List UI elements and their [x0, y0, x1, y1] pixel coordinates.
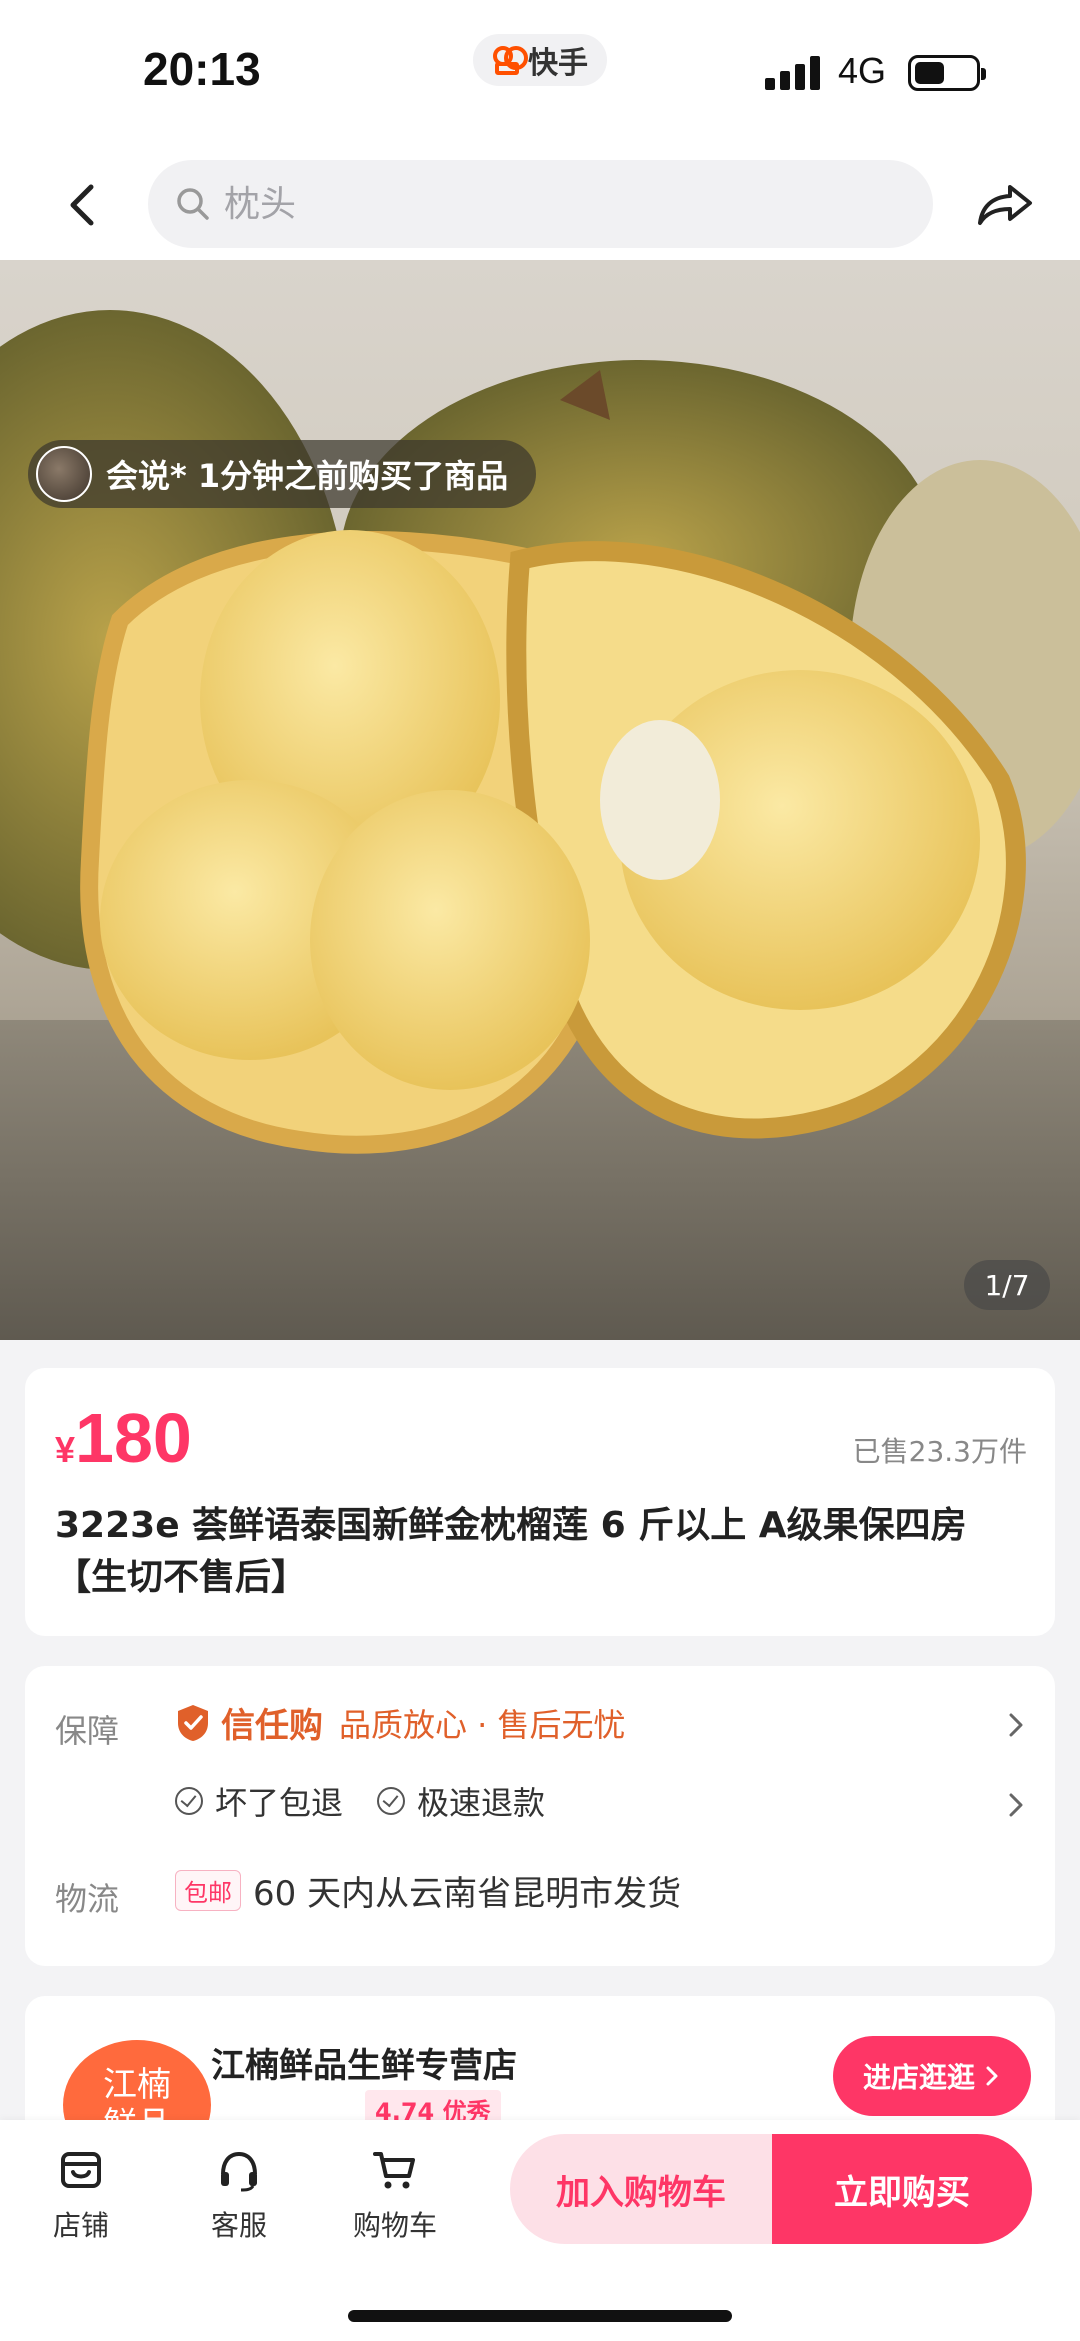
headset-icon — [221, 2151, 257, 2192]
shop-icon — [61, 2152, 101, 2188]
price-card: ¥180 已售23.3万件 3223e 荟鲜语泰国新鲜金枕榴莲 6 斤以上 A级… — [25, 1368, 1055, 1636]
shipping-row: 包邮 60 天内从云南省昆明市发货 — [175, 1866, 681, 1915]
chevron-right-icon[interactable] — [1001, 1710, 1031, 1740]
free-shipping-badge: 包邮 — [175, 1870, 241, 1911]
app-pill[interactable]: 快手 — [473, 34, 607, 86]
signal-icon — [765, 56, 823, 90]
check-circle-icon — [377, 1787, 406, 1815]
policy-item: 坏了包退 — [175, 1778, 343, 1824]
store-logo-text: 江楠 — [103, 2065, 171, 2105]
kuaishou-logo-icon — [492, 45, 528, 75]
add-to-cart-button[interactable]: 加入购物车 — [510, 2134, 772, 2244]
cart-button[interactable]: 购物车 — [340, 2146, 450, 2244]
product-title: 3223e 荟鲜语泰国新鲜金枕榴莲 6 斤以上 A级果保四房【生切不售后】 — [55, 1505, 967, 1598]
chevron-right-icon — [986, 2066, 998, 2086]
cart-label: 购物车 — [352, 2209, 437, 2242]
search-icon — [177, 188, 209, 220]
trust-brand: 信任购 — [221, 1706, 323, 1746]
share-button[interactable] — [970, 170, 1040, 240]
price: ¥180 — [55, 1398, 192, 1478]
search-input[interactable] — [224, 183, 824, 225]
battery-icon — [908, 55, 986, 91]
visit-store-label: 进店逛逛 — [862, 2061, 975, 2094]
shop-label: 店铺 — [52, 2209, 109, 2242]
status-time: 20:13 — [143, 43, 261, 95]
sold-count: 已售23.3万件 — [852, 1435, 1027, 1468]
app-name: 快手 — [528, 46, 588, 81]
network-label: 4G — [838, 50, 887, 91]
store-name: 江楠鲜品生鲜专营店 — [211, 2046, 517, 2086]
policy-row[interactable]: 坏了包退 极速退款 — [175, 1778, 545, 1824]
bottom-bar: 店铺 客服 购物车 加入购物车 立即购买 — [0, 2120, 1080, 2341]
battery-fill — [915, 62, 944, 84]
chevron-right-icon[interactable] — [1001, 1790, 1031, 1820]
cart-icon — [373, 2152, 415, 2189]
logistics-label: 物流 — [55, 1880, 120, 1918]
price-amount: 180 — [75, 1399, 192, 1477]
nav-bar — [0, 150, 1080, 260]
share-icon — [978, 185, 1032, 225]
customer-service-button[interactable]: 客服 — [184, 2146, 294, 2244]
chevron-left-icon — [70, 184, 94, 226]
back-button[interactable] — [48, 170, 118, 240]
visit-store-button[interactable]: 进店逛逛 — [833, 2036, 1031, 2116]
durian-photo — [0, 310, 1080, 1340]
guarantee-label: 保障 — [55, 1712, 120, 1750]
search-box[interactable] — [148, 160, 933, 248]
purchase-toast-text: 会说* 1分钟之前购买了商品 — [106, 457, 509, 495]
image-counter: 1/7 — [964, 1260, 1050, 1310]
service-label: 客服 — [210, 2209, 267, 2242]
purchase-toast: 会说* 1分钟之前购买了商品 — [28, 440, 537, 508]
policy-item: 极速退款 — [377, 1778, 545, 1824]
status-bar: 20:13 快手 4G — [0, 0, 1080, 150]
policy-label: 坏了包退 — [215, 1784, 344, 1822]
shop-button[interactable]: 店铺 — [26, 2146, 136, 2244]
trust-row[interactable]: 信任购 品质放心 · 售后无忧 — [175, 1698, 626, 1747]
shipping-text: 60 天内从云南省昆明市发货 — [253, 1874, 682, 1914]
home-indicator[interactable] — [348, 2310, 732, 2322]
guarantee-card: 保障 信任购 品质放心 · 售后无忧 坏了包退 极速退款 物流 包邮 60 天内… — [25, 1666, 1055, 1966]
buy-now-button[interactable]: 立即购买 — [772, 2134, 1032, 2244]
shield-check-icon — [178, 1704, 208, 1741]
product-image[interactable]: 会说* 1分钟之前购买了商品 1/7 — [0, 260, 1080, 1340]
check-circle-icon — [175, 1787, 203, 1815]
policy-label: 极速退款 — [417, 1784, 546, 1822]
price-currency: ¥ — [55, 1429, 76, 1470]
avatar — [36, 446, 92, 502]
trust-desc: 品质放心 · 售后无忧 — [339, 1705, 626, 1744]
